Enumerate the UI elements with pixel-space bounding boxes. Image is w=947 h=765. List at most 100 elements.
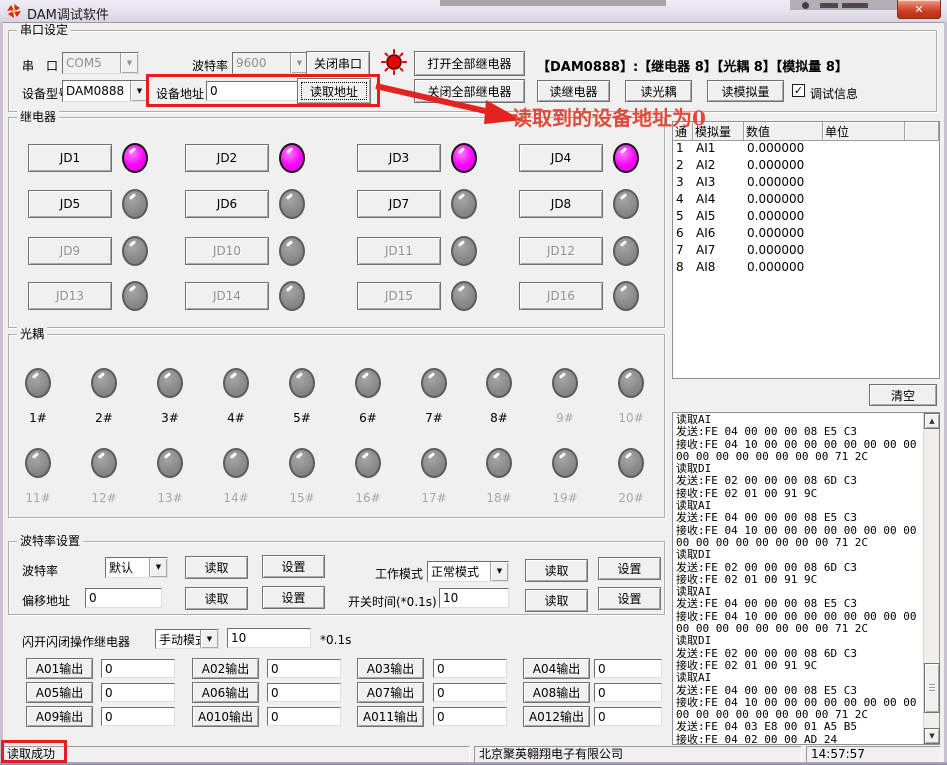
switch-time-read-button[interactable]: 读取 [525, 589, 588, 612]
output-button-2[interactable]: A02输出 [192, 658, 259, 679]
output-button-7[interactable]: A07输出 [357, 682, 424, 703]
flash-mode-select[interactable]: 手动模式 ▼ [155, 629, 219, 649]
output-button-10[interactable]: A010输出 [192, 706, 259, 727]
table-cell [823, 158, 905, 175]
table-cell: AI2 [693, 158, 744, 175]
table-cell: 0.000000 [744, 226, 823, 243]
window-title: DAM调试软件 [27, 4, 109, 23]
baud-read-button[interactable]: 读取 [185, 556, 248, 579]
table-row[interactable]: 4AI40.000000 [673, 192, 939, 209]
table-row[interactable]: 5AI50.000000 [673, 209, 939, 226]
offset-read-button[interactable]: 读取 [185, 587, 248, 610]
table-cell: 0.000000 [744, 158, 823, 175]
relay-button-JD6[interactable]: JD6 [185, 190, 269, 218]
table-cell: 4 [673, 192, 693, 209]
output-value-input-10[interactable] [267, 707, 341, 726]
debug-log[interactable]: 读取AI发送:FE 04 00 00 00 08 E5 C3接收:FE 04 1… [672, 412, 940, 745]
opto-label-9#: 9# [545, 411, 585, 425]
debug-info-checkbox[interactable]: ✓ [792, 84, 805, 97]
table-header-1[interactable]: 通 [673, 122, 693, 141]
read-analog-button[interactable]: 读模拟量 [707, 80, 784, 102]
relay-button-JD5[interactable]: JD5 [28, 190, 112, 218]
clear-log-button[interactable]: 清空 [869, 384, 937, 406]
close-serial-port-button[interactable]: 关闭串口 [306, 51, 370, 76]
table-row[interactable]: 6AI60.000000 [673, 226, 939, 243]
read-address-button[interactable]: 读取地址 [297, 78, 371, 104]
open-all-relays-button[interactable]: 打开全部继电器 [414, 51, 525, 76]
output-button-8[interactable]: A08输出 [523, 682, 590, 703]
status-message-panel: 读取成功 [2, 746, 470, 763]
offset-address-input[interactable] [85, 588, 162, 608]
close-button[interactable]: ✕ [897, 0, 941, 19]
relay-button-JD8[interactable]: JD8 [519, 190, 603, 218]
output-value-input-8[interactable] [594, 683, 662, 702]
opto-label-6#: 6# [348, 411, 388, 425]
flash-time-input[interactable] [227, 628, 311, 648]
opto-led-13# [157, 448, 183, 478]
table-header-3[interactable]: 数值 [744, 122, 823, 141]
com-port-label: 串 口 [22, 57, 58, 74]
scrollbar-thumb[interactable] [924, 663, 940, 713]
table-row[interactable]: 8AI80.000000 [673, 260, 939, 277]
device-model-select[interactable]: DAM0888 ▼ [62, 80, 149, 102]
work-mode-select[interactable]: 正常模式 ▼ [427, 561, 509, 582]
table-header-2[interactable]: 模拟量 [693, 122, 744, 141]
output-value-input-5[interactable] [101, 683, 175, 702]
relay-button-JD1[interactable]: JD1 [28, 144, 112, 172]
output-button-9[interactable]: A09输出 [26, 706, 93, 727]
work-mode-read-button[interactable]: 读取 [525, 559, 588, 582]
table-row[interactable]: 7AI70.000000 [673, 243, 939, 260]
output-value-input-4[interactable] [594, 659, 662, 678]
scroll-down-icon[interactable]: ▼ [924, 728, 940, 744]
relay-button-JD4[interactable]: JD4 [519, 144, 603, 172]
switch-time-set-button[interactable]: 设置 [598, 587, 661, 610]
table-cell: 0.000000 [744, 192, 823, 209]
output-button-4[interactable]: A04输出 [523, 658, 590, 679]
relay-led-JD3 [451, 143, 477, 173]
table-header-4[interactable]: 单位 [823, 122, 905, 141]
opto-led-11# [25, 448, 51, 478]
work-mode-set-button[interactable]: 设置 [598, 557, 661, 580]
output-value-input-12[interactable] [594, 707, 662, 726]
table-cell: 8 [673, 260, 693, 277]
log-scrollbar[interactable]: ▲ ▼ [923, 413, 939, 744]
output-button-1[interactable]: A01输出 [26, 658, 93, 679]
clock-time: 14:57:57 [811, 747, 865, 761]
com-port-value: COM5 [63, 56, 120, 70]
scroll-up-icon[interactable]: ▲ [924, 413, 940, 429]
table-row[interactable]: 1AI10.000000 [673, 141, 939, 158]
switch-time-input[interactable] [439, 588, 509, 608]
table-row[interactable]: 3AI30.000000 [673, 175, 939, 192]
table-header-5[interactable] [905, 122, 939, 141]
table-row[interactable]: 2AI20.000000 [673, 158, 939, 175]
output-value-input-2[interactable] [267, 659, 341, 678]
output-value-input-3[interactable] [433, 659, 507, 678]
output-value-input-1[interactable] [101, 659, 175, 678]
baud-default-select[interactable]: 默认 ▼ [105, 557, 168, 578]
log-line: 接收:FE 04 10 00 00 00 00 00 00 00 00 00 0… [676, 611, 923, 636]
opto-led-10# [618, 368, 644, 398]
read-opto-button[interactable]: 读光耦 [625, 80, 692, 102]
output-value-input-9[interactable] [101, 707, 175, 726]
output-button-6[interactable]: A06输出 [192, 682, 259, 703]
output-value-input-7[interactable] [433, 683, 507, 702]
log-lines[interactable]: 读取AI发送:FE 04 00 00 00 08 E5 C3接收:FE 04 1… [674, 413, 923, 744]
relay-button-JD3[interactable]: JD3 [357, 144, 441, 172]
opto-label-20#: 20# [611, 491, 651, 505]
flash-operate-label: 闪开闪闭操作继电器 [22, 633, 130, 650]
chevron-down-icon: ▼ [130, 81, 148, 101]
output-button-11[interactable]: A011输出 [357, 706, 424, 727]
baud-set-button[interactable]: 设置 [262, 555, 325, 578]
read-relays-button[interactable]: 读继电器 [537, 80, 610, 102]
close-all-relays-button[interactable]: 关闭全部继电器 [414, 79, 525, 103]
output-button-12[interactable]: A012输出 [523, 706, 590, 727]
relay-button-JD2[interactable]: JD2 [185, 144, 269, 172]
relay-button-JD7[interactable]: JD7 [357, 190, 441, 218]
output-button-3[interactable]: A03输出 [357, 658, 424, 679]
title-bar: DAM调试软件 ✕ [0, 0, 947, 23]
output-value-input-6[interactable] [267, 683, 341, 702]
output-button-5[interactable]: A05输出 [26, 682, 93, 703]
offset-set-button[interactable]: 设置 [262, 586, 325, 609]
background-bar [842, 3, 868, 8]
output-value-input-11[interactable] [433, 707, 507, 726]
